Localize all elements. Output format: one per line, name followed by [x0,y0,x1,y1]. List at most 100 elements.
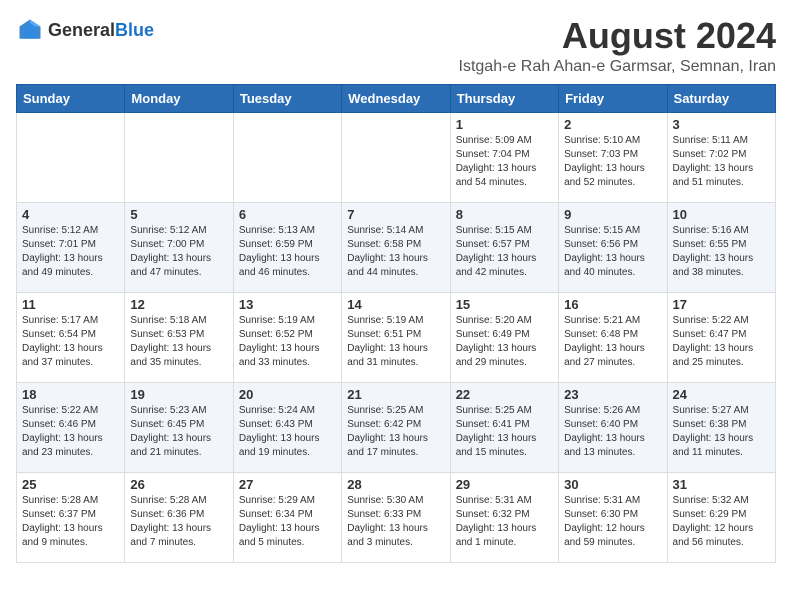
day-info: Sunrise: 5:15 AM Sunset: 6:56 PM Dayligh… [564,224,661,280]
day-cell-1-1: 5Sunrise: 5:12 AM Sunset: 7:00 PM Daylig… [125,202,233,292]
day-info: Sunrise: 5:25 AM Sunset: 6:42 PM Dayligh… [347,404,444,460]
day-number: 17 [673,297,770,312]
day-info: Sunrise: 5:22 AM Sunset: 6:47 PM Dayligh… [673,314,770,370]
title-area: August 2024 Istgah-e Rah Ahan-e Garmsar,… [459,16,777,76]
day-info: Sunrise: 5:22 AM Sunset: 6:46 PM Dayligh… [22,404,119,460]
day-cell-1-3: 7 Sunrise: 5:14 AM Sunset: 6:58 PM Daylig… [342,202,450,292]
day-cell-0-4: 1Sunrise: 5:09 AM Sunset: 7:04 PM Daylig… [450,112,558,202]
day-number: 21 [347,387,444,402]
day-number: 28 [347,477,444,492]
day-number: 24 [673,387,770,402]
day-number: 29 [456,477,553,492]
calendar-table: Sunday Monday Tuesday Wednesday Thursday… [16,84,776,563]
day-info: Sunrise: 5:31 AM Sunset: 6:30 PM Dayligh… [564,494,661,550]
header-wednesday: Wednesday [342,84,450,112]
header: General Blue August 2024 Istgah-e Rah Ah… [16,16,776,76]
day-number: 8 [456,207,553,222]
day-info: Sunrise: 5:12 AM Sunset: 7:01 PM Dayligh… [22,224,119,280]
day-info: Sunrise: 5:19 AM Sunset: 6:52 PM Dayligh… [239,314,336,370]
day-cell-0-2 [233,112,341,202]
day-info: Sunrise: 5:32 AM Sunset: 6:29 PM Dayligh… [673,494,770,550]
week-row-5: 25 Sunrise: 5:28 AM Sunset: 6:37 PM Dayli… [17,472,776,562]
day-number: 4 [22,207,119,222]
day-cell-4-1: 26 Sunrise: 5:28 AM Sunset: 6:36 PM Dayli… [125,472,233,562]
day-info: Sunrise: 5:19 AM Sunset: 6:51 PM Dayligh… [347,314,444,370]
header-thursday: Thursday [450,84,558,112]
header-monday: Monday [125,84,233,112]
week-row-4: 18 Sunrise: 5:22 AM Sunset: 6:46 PM Dayli… [17,382,776,472]
day-number: 9 [564,207,661,222]
week-row-2: 4 Sunrise: 5:12 AM Sunset: 7:01 PM Daylig… [17,202,776,292]
day-number: 14 [347,297,444,312]
day-cell-3-1: 19 Sunrise: 5:23 AM Sunset: 6:45 PM Dayli… [125,382,233,472]
day-info: Sunrise: 5:14 AM Sunset: 6:58 PM Dayligh… [347,224,444,280]
day-info: Sunrise: 5:13 AM Sunset: 6:59 PM Dayligh… [239,224,336,280]
day-number: 19 [130,387,227,402]
day-number: 18 [22,387,119,402]
day-cell-3-4: 22Sunrise: 5:25 AM Sunset: 6:41 PM Dayli… [450,382,558,472]
day-cell-2-0: 11Sunrise: 5:17 AM Sunset: 6:54 PM Dayli… [17,292,125,382]
day-cell-4-2: 27Sunrise: 5:29 AM Sunset: 6:34 PM Dayli… [233,472,341,562]
day-number: 11 [22,297,119,312]
day-info: Sunrise: 5:27 AM Sunset: 6:38 PM Dayligh… [673,404,770,460]
day-cell-1-4: 8Sunrise: 5:15 AM Sunset: 6:57 PM Daylig… [450,202,558,292]
day-cell-2-3: 14 Sunrise: 5:19 AM Sunset: 6:51 PM Dayli… [342,292,450,382]
day-info: Sunrise: 5:29 AM Sunset: 6:34 PM Dayligh… [239,494,336,550]
day-info: Sunrise: 5:10 AM Sunset: 7:03 PM Dayligh… [564,134,661,190]
day-cell-2-1: 12 Sunrise: 5:18 AM Sunset: 6:53 PM Dayli… [125,292,233,382]
day-info: Sunrise: 5:11 AM Sunset: 7:02 PM Dayligh… [673,134,770,190]
day-cell-4-5: 30Sunrise: 5:31 AM Sunset: 6:30 PM Dayli… [559,472,667,562]
day-cell-2-6: 17 Sunrise: 5:22 AM Sunset: 6:47 PM Dayli… [667,292,775,382]
day-cell-1-5: 9 Sunrise: 5:15 AM Sunset: 6:56 PM Daylig… [559,202,667,292]
day-info: Sunrise: 5:16 AM Sunset: 6:55 PM Dayligh… [673,224,770,280]
day-info: Sunrise: 5:21 AM Sunset: 6:48 PM Dayligh… [564,314,661,370]
day-info: Sunrise: 5:23 AM Sunset: 6:45 PM Dayligh… [130,404,227,460]
day-cell-0-0 [17,112,125,202]
day-info: Sunrise: 5:28 AM Sunset: 6:37 PM Dayligh… [22,494,119,550]
calendar-subtitle: Istgah-e Rah Ahan-e Garmsar, Semnan, Ira… [459,58,777,76]
day-cell-2-2: 13 Sunrise: 5:19 AM Sunset: 6:52 PM Dayli… [233,292,341,382]
day-number: 7 [347,207,444,222]
day-number: 23 [564,387,661,402]
header-friday: Friday [559,84,667,112]
day-info: Sunrise: 5:26 AM Sunset: 6:40 PM Dayligh… [564,404,661,460]
logo-icon [16,16,44,44]
header-tuesday: Tuesday [233,84,341,112]
day-info: Sunrise: 5:28 AM Sunset: 6:36 PM Dayligh… [130,494,227,550]
day-number: 12 [130,297,227,312]
day-number: 22 [456,387,553,402]
day-cell-2-4: 15 Sunrise: 5:20 AM Sunset: 6:49 PM Dayli… [450,292,558,382]
week-row-1: 1Sunrise: 5:09 AM Sunset: 7:04 PM Daylig… [17,112,776,202]
day-cell-3-5: 23 Sunrise: 5:26 AM Sunset: 6:40 PM Dayli… [559,382,667,472]
header-row: Sunday Monday Tuesday Wednesday Thursday… [17,84,776,112]
day-number: 25 [22,477,119,492]
day-number: 31 [673,477,770,492]
day-cell-0-5: 2 Sunrise: 5:10 AM Sunset: 7:03 PM Daylig… [559,112,667,202]
day-cell-4-6: 31 Sunrise: 5:32 AM Sunset: 6:29 PM Dayli… [667,472,775,562]
day-cell-4-0: 25 Sunrise: 5:28 AM Sunset: 6:37 PM Dayli… [17,472,125,562]
day-info: Sunrise: 5:30 AM Sunset: 6:33 PM Dayligh… [347,494,444,550]
day-info: Sunrise: 5:18 AM Sunset: 6:53 PM Dayligh… [130,314,227,370]
day-cell-0-3 [342,112,450,202]
day-cell-4-4: 29 Sunrise: 5:31 AM Sunset: 6:32 PM Dayli… [450,472,558,562]
day-number: 13 [239,297,336,312]
header-saturday: Saturday [667,84,775,112]
day-number: 20 [239,387,336,402]
day-info: Sunrise: 5:24 AM Sunset: 6:43 PM Dayligh… [239,404,336,460]
day-cell-3-3: 21 Sunrise: 5:25 AM Sunset: 6:42 PM Dayli… [342,382,450,472]
day-number: 15 [456,297,553,312]
logo-text: General Blue [48,21,154,39]
day-number: 2 [564,117,661,132]
day-cell-3-2: 20 Sunrise: 5:24 AM Sunset: 6:43 PM Dayli… [233,382,341,472]
day-number: 5 [130,207,227,222]
week-row-3: 11Sunrise: 5:17 AM Sunset: 6:54 PM Dayli… [17,292,776,382]
logo: General Blue [16,16,154,44]
day-info: Sunrise: 5:31 AM Sunset: 6:32 PM Dayligh… [456,494,553,550]
day-cell-2-5: 16Sunrise: 5:21 AM Sunset: 6:48 PM Dayli… [559,292,667,382]
day-cell-3-6: 24 Sunrise: 5:27 AM Sunset: 6:38 PM Dayli… [667,382,775,472]
day-cell-0-6: 3Sunrise: 5:11 AM Sunset: 7:02 PM Daylig… [667,112,775,202]
day-number: 1 [456,117,553,132]
day-number: 26 [130,477,227,492]
day-info: Sunrise: 5:20 AM Sunset: 6:49 PM Dayligh… [456,314,553,370]
day-cell-0-1 [125,112,233,202]
